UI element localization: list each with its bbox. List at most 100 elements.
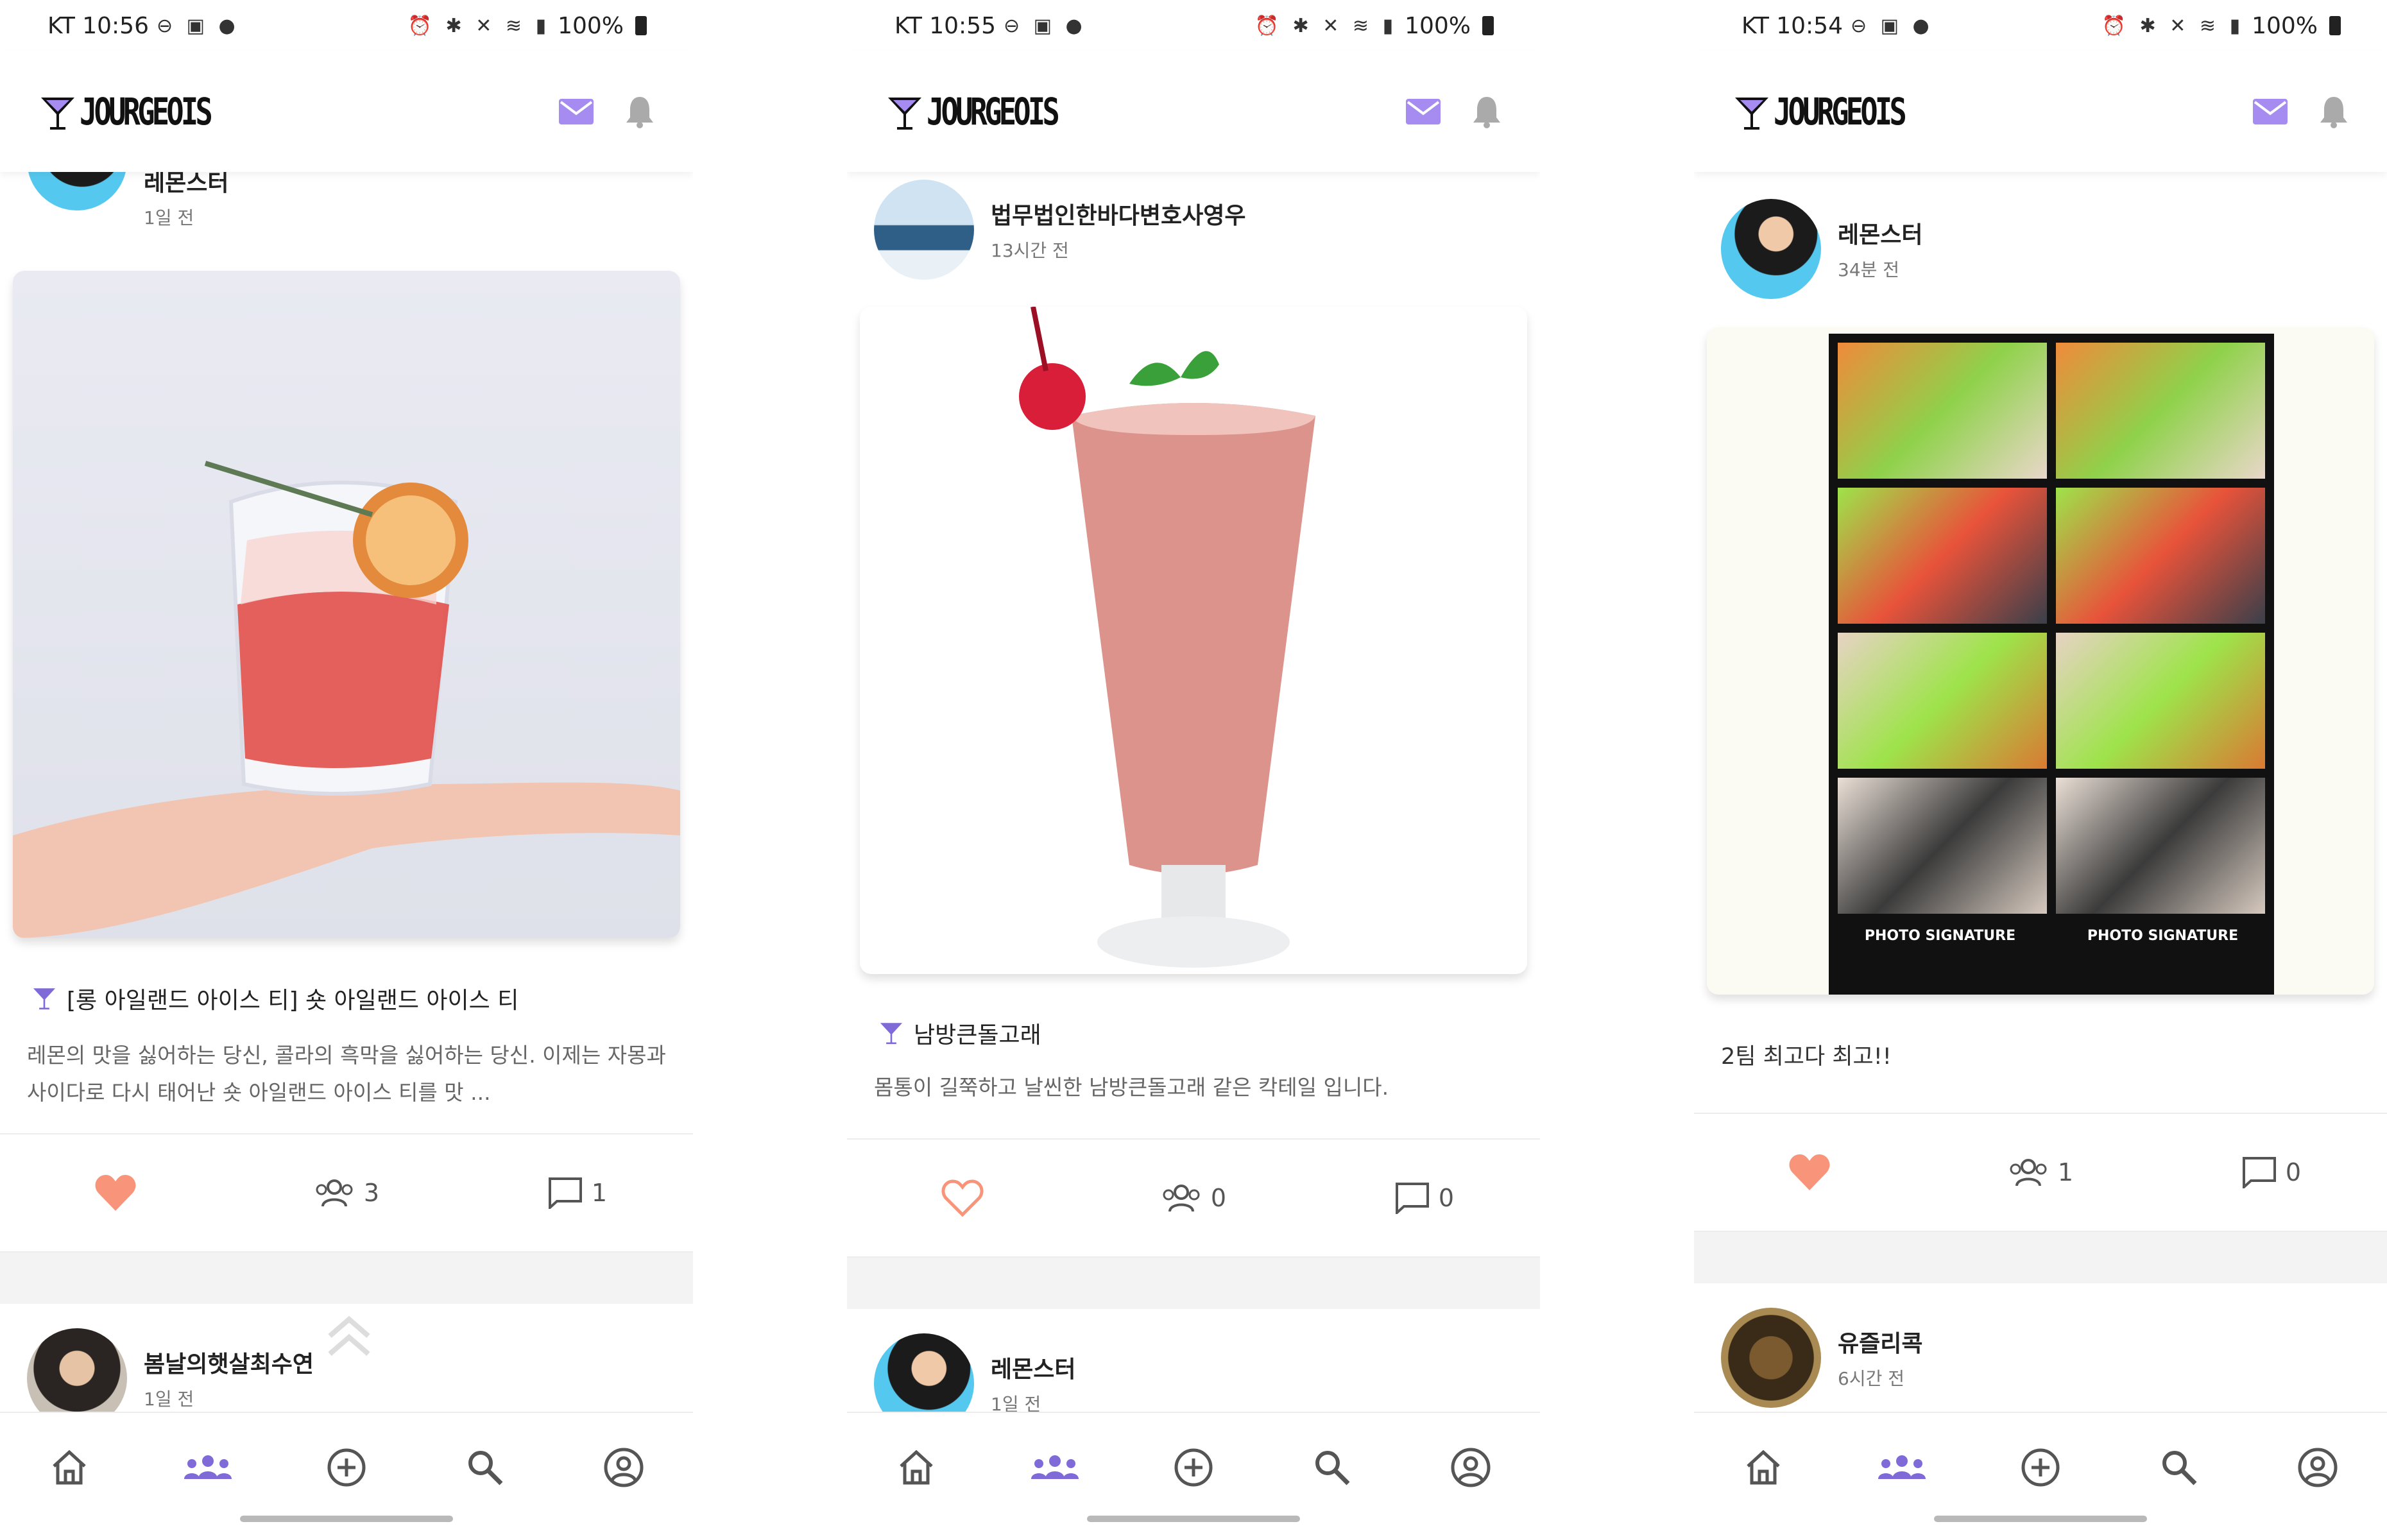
comment-button[interactable]: 0 xyxy=(2156,1156,2387,1188)
post-time: 1일 전 xyxy=(144,207,194,228)
feed[interactable]: 레몬스터 34분 전 PHOTO SIGNATURE PHOTO SIGNATU… xyxy=(1694,172,2387,1412)
nav-community[interactable] xyxy=(1833,1453,1971,1482)
mail-icon[interactable] xyxy=(1405,98,1441,125)
nav-add[interactable] xyxy=(277,1448,416,1487)
post-title[interactable]: 남방큰돌고래 xyxy=(914,1016,1041,1050)
post-header[interactable]: 유즐리콕 6시간 전 xyxy=(1694,1283,2387,1408)
avatar[interactable] xyxy=(27,1328,127,1412)
screen-3: KT 10:54 ⊖ ▣ ● ⏰ ✱ ✕ ≋ ▮ 100% JOURGEOIS 레몬… xyxy=(1694,0,2387,1540)
mail-icon[interactable] xyxy=(558,98,594,125)
post-description[interactable]: 2팀 최고다 최고!! xyxy=(1694,1038,2387,1075)
participants-button[interactable]: 3 xyxy=(231,1177,462,1209)
avatar[interactable] xyxy=(874,1333,974,1412)
home-indicator[interactable] xyxy=(1934,1516,2147,1522)
profile-icon xyxy=(604,1448,644,1487)
signal-icons: ⏰ ✱ ✕ ≋ ▮ xyxy=(2101,14,2245,37)
participants-button[interactable]: 0 xyxy=(1078,1182,1309,1214)
nav-profile[interactable] xyxy=(2248,1447,2387,1488)
comment-button[interactable]: 0 xyxy=(1309,1182,1540,1214)
author-name[interactable]: 유즐리콕 xyxy=(1838,1325,1922,1358)
post-title-row[interactable]: 남방큰돌고래 xyxy=(847,1016,1540,1050)
participants-button[interactable]: 1 xyxy=(1925,1156,2156,1188)
avatar[interactable] xyxy=(1721,1308,1821,1408)
post-card-next: 레몬스터 1일 전 xyxy=(847,1309,1540,1412)
participants-count: 1 xyxy=(2057,1158,2074,1186)
photo-caption: PHOTO SIGNATURE xyxy=(2087,928,2239,944)
feed[interactable]: 레몬스터 1일 전 [롱 아일랜드 아이스 티] 숏 아일랜드 아이스 티 레몬… xyxy=(0,172,693,1412)
comment-button[interactable]: 1 xyxy=(462,1177,693,1209)
like-button[interactable] xyxy=(847,1179,1078,1217)
author-name[interactable]: 레몬스터 xyxy=(991,1351,1075,1384)
post-header[interactable]: 레몬스터 1일 전 xyxy=(0,172,693,228)
post-header[interactable]: 레몬스터 1일 전 xyxy=(847,1309,1540,1412)
nav-search[interactable] xyxy=(1263,1449,1401,1486)
bell-icon[interactable] xyxy=(2318,94,2350,129)
screen-2: KT 10:55 ⊖ ▣ ● ⏰ ✱ ✕ ≋ ▮ 100% JOURGEOIS 법무… xyxy=(847,0,1540,1540)
author-name[interactable]: 법무법인한바다변호사영우 xyxy=(991,197,1245,230)
author-name[interactable]: 봄날의햇살최수연 xyxy=(144,1346,314,1379)
add-icon xyxy=(327,1448,366,1487)
nav-profile[interactable] xyxy=(1401,1447,1540,1488)
nav-search[interactable] xyxy=(416,1449,554,1486)
scroll-top-icon[interactable] xyxy=(326,1313,372,1359)
avatar[interactable] xyxy=(874,180,974,280)
post-photo[interactable] xyxy=(13,271,680,938)
nav-community[interactable] xyxy=(139,1453,277,1482)
photo-frame xyxy=(1838,343,2047,479)
nav-search[interactable] xyxy=(2110,1449,2248,1486)
post-actions: 3 1 xyxy=(0,1133,693,1253)
post-description[interactable]: 레몬의 맛을 싫어하는 당신, 콜라의 흑막을 싫어하는 당신. 이제는 자몽과… xyxy=(0,1037,693,1111)
post-description[interactable]: 몸통이 길쭉하고 날씬한 남방큰돌고래 같은 칵테일 입니다. xyxy=(847,1069,1540,1106)
post-title[interactable]: [롱 아일랜드 아이스 티] 숏 아일랜드 아이스 티 xyxy=(67,982,518,1015)
app-logo: JOURGEOIS xyxy=(884,90,1093,133)
bell-icon[interactable] xyxy=(1471,94,1503,129)
screen-1: KT 10:56 ⊖ ▣ ● ⏰ ✱ ✕ ≋ ▮ 100% JOURGEOIS 레몬… xyxy=(0,0,693,1540)
post-header[interactable]: 레몬스터 34분 전 xyxy=(1694,199,2387,299)
like-button[interactable] xyxy=(0,1174,231,1212)
nav-add[interactable] xyxy=(1124,1448,1263,1487)
nav-home[interactable] xyxy=(1694,1450,1833,1485)
comment-count: 1 xyxy=(591,1179,608,1207)
post-header[interactable]: 법무법인한바다변호사영우 13시간 전 xyxy=(847,180,1540,280)
comment-count: 0 xyxy=(2285,1158,2302,1186)
participants-count: 3 xyxy=(363,1179,380,1207)
home-indicator[interactable] xyxy=(1087,1516,1300,1522)
status-bar: KT 10:55 ⊖ ▣ ● ⏰ ✱ ✕ ≋ ▮ 100% xyxy=(847,0,1540,51)
status-bar: KT 10:54 ⊖ ▣ ● ⏰ ✱ ✕ ≋ ▮ 100% xyxy=(1694,0,2387,51)
status-icons: ⊖ ▣ ● xyxy=(157,14,239,37)
battery-icon xyxy=(2329,16,2341,35)
cocktail-icon xyxy=(33,988,56,1010)
post-title-row[interactable]: [롱 아일랜드 아이스 티] 숏 아일랜드 아이스 티 xyxy=(0,982,693,1015)
nav-add[interactable] xyxy=(1971,1448,2110,1487)
like-button[interactable] xyxy=(1694,1153,1925,1192)
carrier-time: KT 10:56 xyxy=(47,12,149,39)
cocktail-photo-illustration xyxy=(13,461,680,938)
bell-icon[interactable] xyxy=(624,94,656,129)
author-name[interactable]: 레몬스터 xyxy=(1838,216,1922,250)
avatar[interactable] xyxy=(1721,199,1821,299)
search-icon xyxy=(2162,1451,2197,1485)
community-icon xyxy=(1031,1455,1079,1479)
feed[interactable]: 법무법인한바다변호사영우 13시간 전 남방큰돌고래 몸통이 길쭉하고 날씬한 … xyxy=(847,172,1540,1412)
home-indicator[interactable] xyxy=(240,1516,453,1522)
photo-frame xyxy=(1838,488,2047,624)
app-bar: JOURGEOIS xyxy=(1694,51,2387,172)
search-icon xyxy=(468,1451,503,1485)
status-icons: ⊖ ▣ ● xyxy=(1004,14,1086,37)
photo-caption: PHOTO SIGNATURE xyxy=(1864,928,2016,944)
nav-home[interactable] xyxy=(0,1450,139,1485)
avatar[interactable] xyxy=(27,172,127,210)
battery-icon xyxy=(1482,16,1494,35)
mail-icon[interactable] xyxy=(2252,98,2288,125)
cocktail-logo-icon xyxy=(1735,98,1768,130)
nav-community[interactable] xyxy=(986,1453,1124,1482)
add-icon xyxy=(2021,1448,2060,1487)
battery-percent: 100% xyxy=(558,12,624,39)
nav-profile[interactable] xyxy=(554,1447,693,1488)
app-logo: JOURGEOIS xyxy=(37,90,246,133)
group-icon xyxy=(316,1179,353,1207)
post-photo[interactable]: PHOTO SIGNATURE PHOTO SIGNATURE xyxy=(1707,327,2374,995)
nav-home[interactable] xyxy=(847,1450,986,1485)
post-photo[interactable] xyxy=(860,307,1527,974)
author-name[interactable]: 레몬스터 xyxy=(144,172,228,198)
